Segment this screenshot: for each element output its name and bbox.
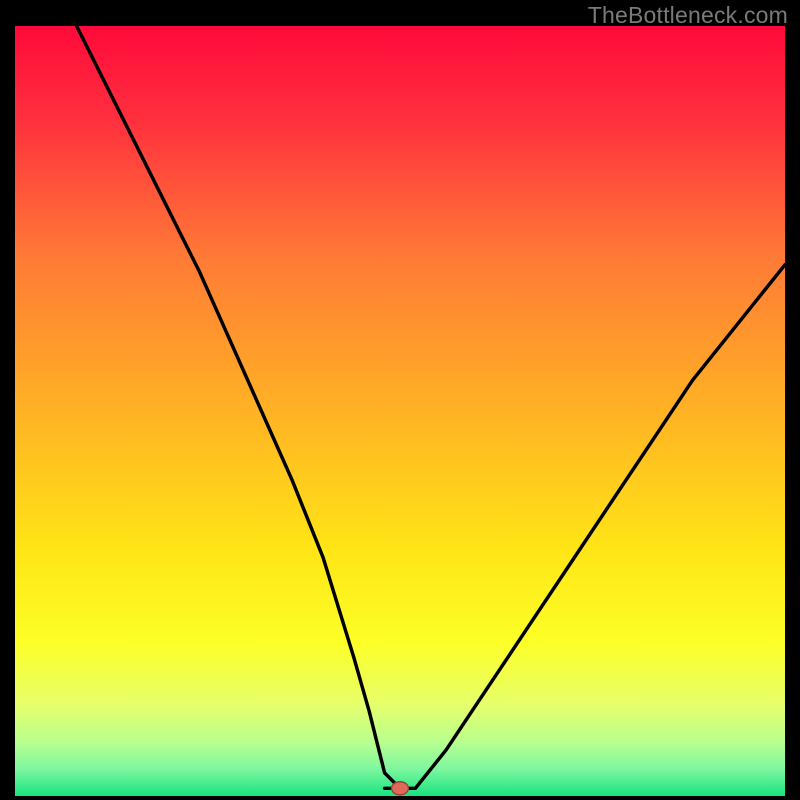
chart-frame xyxy=(15,26,785,796)
optimum-marker xyxy=(392,782,409,795)
gradient-background xyxy=(15,26,785,796)
bottleneck-chart xyxy=(15,26,785,796)
watermark-text: TheBottleneck.com xyxy=(588,2,788,29)
